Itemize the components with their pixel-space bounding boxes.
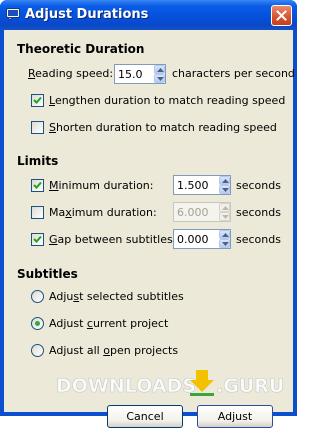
arrow-up-icon (222, 233, 229, 237)
adjust-durations-dialog: Adjust Durations Theoretic Duration Read… (0, 0, 297, 428)
maximum-duration-spinner[interactable]: 6.000 (173, 202, 231, 222)
reading-speed-down-button[interactable] (154, 74, 165, 83)
dialog-content: Theoretic Duration Reading speed: 15.0 c… (4, 30, 295, 428)
arrow-down-icon (157, 77, 164, 81)
maximum-duration-unit: seconds (236, 206, 281, 219)
gap-spinner[interactable]: 0.000 (173, 229, 231, 249)
reading-speed-label: Reading speed: (28, 67, 114, 80)
maximum-duration-value[interactable]: 6.000 (177, 206, 209, 219)
maximum-duration-label[interactable]: Maximum duration: (49, 206, 157, 219)
gap-up-button[interactable] (219, 230, 230, 239)
cancel-button[interactable]: Cancel (107, 405, 183, 428)
lengthen-label[interactable]: Lengthen duration to match reading speed (49, 94, 285, 107)
radio-selected-dot (35, 321, 40, 326)
gap-checkbox[interactable] (31, 233, 44, 246)
lengthen-checkbox[interactable] (31, 94, 44, 107)
maximum-duration-down-button[interactable] (219, 212, 230, 221)
reading-speed-value[interactable]: 15.0 (118, 68, 143, 81)
theoretic-duration-heading: Theoretic Duration (17, 42, 145, 56)
limits-heading: Limits (17, 154, 59, 168)
minimum-duration-value[interactable]: 1.500 (177, 179, 209, 192)
reading-speed-spinner[interactable]: 15.0 (114, 64, 166, 84)
maximum-duration-checkbox[interactable] (31, 206, 44, 219)
arrow-down-icon (222, 242, 229, 246)
minimum-duration-label[interactable]: Minimum duration: (49, 179, 153, 192)
reading-speed-up-button[interactable] (154, 65, 165, 74)
maximum-duration-up-button[interactable] (219, 203, 230, 212)
gap-value[interactable]: 0.000 (177, 233, 209, 246)
minimum-duration-spinner[interactable]: 1.500 (173, 175, 231, 195)
reading-speed-unit: characters per second (172, 67, 295, 80)
gap-unit: seconds (236, 233, 281, 246)
minimum-duration-unit: seconds (236, 179, 281, 192)
minimum-duration-checkbox[interactable] (31, 179, 44, 192)
arrow-down-icon (222, 215, 229, 219)
minimum-duration-up-button[interactable] (219, 176, 230, 185)
shorten-label[interactable]: Shorten duration to match reading speed (49, 121, 277, 134)
title-bar[interactable]: Adjust Durations (0, 0, 297, 30)
gap-label[interactable]: Gap between subtitles: (49, 233, 176, 246)
adjust-current-radio[interactable] (31, 317, 44, 330)
checkmark-icon (33, 96, 42, 104)
minimum-duration-down-button[interactable] (219, 185, 230, 194)
arrow-up-icon (222, 179, 229, 183)
arrow-up-icon (157, 68, 164, 72)
arrow-up-icon (222, 206, 229, 210)
adjust-selected-radio[interactable] (31, 290, 44, 303)
window-title: Adjust Durations (25, 7, 149, 22)
adjust-selected-label[interactable]: Adjust selected subtitles (49, 290, 184, 303)
close-icon (276, 10, 287, 21)
adjust-all-radio[interactable] (31, 344, 44, 357)
checkmark-icon (33, 181, 42, 189)
arrow-down-icon (222, 188, 229, 192)
gap-down-button[interactable] (219, 239, 230, 248)
adjust-all-label[interactable]: Adjust all open projects (49, 344, 178, 357)
shorten-checkbox[interactable] (31, 121, 44, 134)
close-button[interactable] (271, 5, 292, 26)
checkmark-icon (33, 235, 42, 243)
adjust-button[interactable]: Adjust (197, 405, 273, 428)
app-speech-bubble-icon (6, 8, 20, 21)
adjust-current-label[interactable]: Adjust current project (49, 317, 168, 330)
subtitles-heading: Subtitles (17, 267, 78, 281)
